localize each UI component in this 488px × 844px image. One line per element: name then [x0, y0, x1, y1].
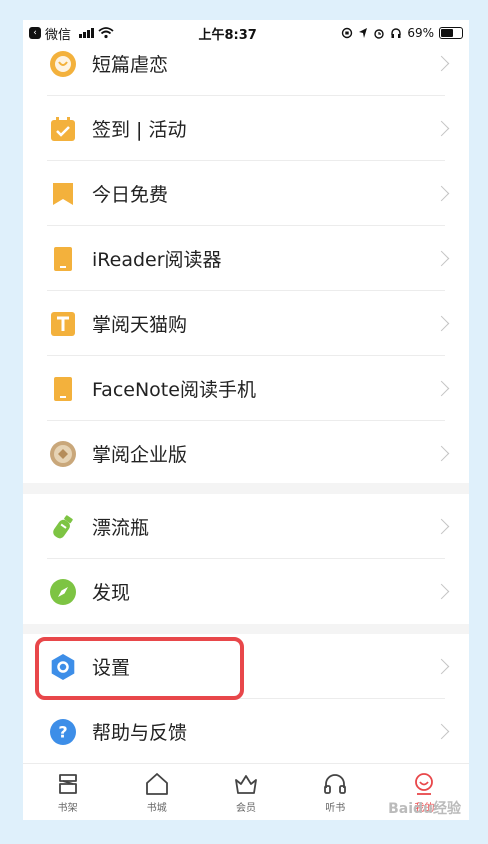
chevron-right-icon [433, 723, 450, 740]
menu-item-tmall[interactable]: 掌阅天猫购 [23, 291, 469, 356]
settings-highlight-annotation [35, 637, 244, 700]
chevron-right-icon [433, 185, 450, 202]
menu-item-label: iReader阅读器 [92, 249, 222, 271]
help-icon: ? [50, 718, 76, 745]
enterprise-icon [50, 440, 76, 467]
menu-item-discover[interactable]: 发现 [23, 559, 469, 624]
tab-bookstore[interactable]: 书城 [112, 764, 201, 820]
menu-item-enterprise[interactable]: 掌阅企业版 [23, 421, 469, 486]
tab-label: 会员 [236, 802, 256, 814]
menu-section-social: 漂流瓶 发现 [23, 494, 469, 624]
tab-bookshelf[interactable]: 书架 [23, 764, 112, 820]
tab-audiobooks[interactable]: 听书 [291, 764, 380, 820]
menu-item-label: FaceNote阅读手机 [92, 379, 256, 401]
menu-item-ireader[interactable]: iReader阅读器 [23, 226, 469, 291]
svg-text:?: ? [58, 722, 67, 741]
tab-vip[interactable]: 会员 [201, 764, 290, 820]
bottom-tab-bar: 书架 书城 会员 听书 我的 Baidu经验 [23, 763, 469, 820]
chevron-right-icon [433, 55, 450, 72]
chevron-right-icon [433, 120, 450, 137]
chevron-right-icon [433, 518, 450, 535]
menu-item-label: 漂流瓶 [92, 517, 150, 539]
watermark: Baidu经验 [388, 801, 461, 817]
menu-item-label: 掌阅企业版 [92, 444, 188, 466]
menu-item-help[interactable]: ? 帮助与反馈 [23, 699, 469, 764]
tab-label: 书架 [57, 802, 78, 814]
profile-icon [415, 772, 434, 795]
tmall-icon [51, 311, 75, 336]
chevron-right-icon [433, 658, 450, 675]
bookshelf-icon [58, 773, 77, 794]
vip-crown-icon [235, 774, 257, 794]
headphones-icon [324, 773, 347, 794]
chevron-right-icon [433, 250, 450, 267]
menu-item-drift-bottle[interactable]: 漂流瓶 [23, 494, 469, 559]
bottle-icon [53, 514, 73, 538]
calendar-check-icon [51, 116, 75, 141]
heart-face-icon [50, 50, 76, 77]
tab-label: 书城 [146, 802, 167, 814]
menu-item-checkin[interactable]: 签到 | 活动 [23, 96, 469, 161]
chevron-right-icon [433, 315, 450, 332]
app-screen: ‹ 微信 上午8:37 69% 短篇虐恋 签到 | 活动 今日免费 iReade… [23, 20, 469, 820]
menu-item-label: 帮助与反馈 [92, 722, 188, 744]
menu-item-label: 短篇虐恋 [92, 54, 169, 76]
menu-item-short-stories[interactable]: 短篇虐恋 [23, 31, 469, 96]
menu-item-label: 签到 | 活动 [92, 119, 187, 141]
menu-item-facenote[interactable]: FaceNote阅读手机 [23, 356, 469, 421]
ereader-icon [54, 246, 72, 271]
menu-item-free-today[interactable]: 今日免费 [23, 161, 469, 226]
compass-icon [50, 578, 76, 605]
bookstore-icon [145, 772, 168, 795]
bookmark-icon [53, 182, 73, 205]
chevron-right-icon [433, 380, 450, 397]
menu-item-label: 掌阅天猫购 [92, 314, 188, 336]
menu-item-label: 发现 [92, 582, 131, 604]
chevron-right-icon [433, 583, 450, 600]
chevron-right-icon [433, 445, 450, 462]
menu-section-main: 短篇虐恋 签到 | 活动 今日免费 iReader阅读器 掌阅天猫购 FaceN… [23, 46, 469, 483]
tab-label: 听书 [325, 802, 346, 814]
menu-item-label: 今日免费 [92, 184, 169, 206]
phone-icon [54, 376, 72, 401]
